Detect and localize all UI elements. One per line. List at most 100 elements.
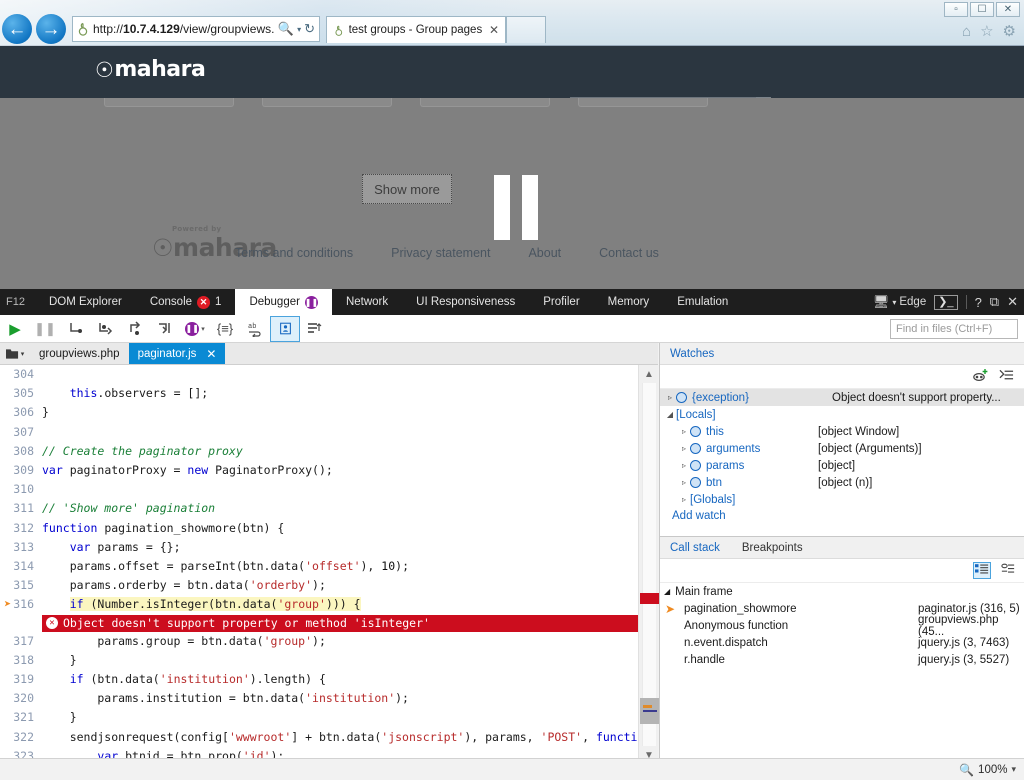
code-line[interactable]: 304	[0, 365, 640, 384]
line-number[interactable]: 319	[0, 670, 42, 689]
tab-profiler[interactable]: Profiler	[529, 289, 593, 315]
settings-gear-icon[interactable]: ⚙	[1003, 22, 1016, 40]
unload-frames-icon[interactable]	[1001, 563, 1015, 578]
callstack-row[interactable]: n.event.dispatch jquery.js (3, 7463)	[660, 634, 1024, 651]
line-number[interactable]: 318	[0, 651, 42, 670]
line-number[interactable]: 322	[0, 728, 42, 747]
code-line[interactable]: 310	[0, 480, 640, 499]
tab-breakpoints[interactable]: Breakpoints	[742, 542, 803, 554]
expand-triangle-icon[interactable]: ◢	[664, 410, 676, 419]
show-more-button[interactable]: Show more	[362, 174, 452, 204]
code-line[interactable]: 306}	[0, 403, 640, 422]
footer-link-contact[interactable]: Contact us	[599, 246, 659, 260]
tab-memory[interactable]: Memory	[594, 289, 664, 315]
file-tab-paginator[interactable]: paginator.js ✕	[128, 343, 226, 364]
line-number[interactable]: 310	[0, 480, 42, 499]
collapse-all-icon[interactable]	[999, 368, 1014, 385]
run-to-cursor-button[interactable]	[150, 316, 180, 342]
maximize-button[interactable]: ☐	[970, 2, 994, 17]
line-number[interactable]: 312	[0, 519, 42, 538]
line-number[interactable]: 309	[0, 461, 42, 480]
footer-link-about[interactable]: About	[528, 246, 561, 260]
new-tab-button[interactable]	[506, 16, 546, 43]
browser-tab[interactable]: test groups - Group pages a... ✕	[326, 16, 506, 43]
watch-row[interactable]: ▹ arguments [object (Arguments)]	[660, 440, 1024, 457]
code-line[interactable]: 314 params.offset = parseInt(btn.data('o…	[0, 557, 640, 576]
code-line[interactable]: 311// 'Show more' pagination	[0, 499, 640, 518]
code-line[interactable]: 307	[0, 423, 640, 442]
file-tab-groupviews[interactable]: groupviews.php	[30, 343, 129, 364]
close-icon[interactable]: ✕	[489, 23, 499, 37]
pretty-print-button[interactable]: {≡}	[210, 316, 240, 342]
target-selector[interactable]: 🖥 ▾ Edge	[873, 294, 926, 310]
line-number[interactable]: 305	[0, 384, 42, 403]
code-line[interactable]: 305 this.observers = [];	[0, 384, 640, 403]
line-number[interactable]: 306	[0, 403, 42, 422]
back-button[interactable]: ←	[2, 14, 32, 44]
tab-emulation[interactable]: Emulation	[663, 289, 742, 315]
code-line[interactable]: 317 params.group = btn.data('group');	[0, 632, 640, 651]
code-editor[interactable]: 304 305 this.observers = []; 306} 307 308// …	[0, 365, 658, 764]
find-in-files-input[interactable]: Find in files (Ctrl+F)	[890, 318, 1018, 339]
watch-row[interactable]: ▹ btn [object (n)]	[660, 474, 1024, 491]
line-number[interactable]: 304	[0, 365, 42, 384]
watch-row[interactable]: ▹ this [object Window]	[660, 423, 1024, 440]
zoom-indicator[interactable]: 🔍 100% ▾	[959, 763, 1016, 777]
break-on-exceptions-button[interactable]: ❚❚ ▾	[180, 316, 210, 342]
watches-add-watch-link[interactable]: Add watch	[660, 510, 1024, 522]
code-line[interactable]: ➤ 316 if (Number.isInteger(btn.data('grou…	[0, 595, 640, 614]
code-line[interactable]: 321 }	[0, 708, 640, 727]
footer-link-terms[interactable]: Terms and conditions	[235, 246, 353, 260]
show-modules-icon[interactable]	[973, 562, 991, 579]
address-bar[interactable]: http://10.7.4.129/view/groupviews.php?gr…	[72, 16, 320, 42]
tab-network[interactable]: Network	[332, 289, 402, 315]
line-number[interactable]: 313	[0, 538, 42, 557]
tab-dom-explorer[interactable]: DOM Explorer	[35, 289, 136, 315]
watch-row[interactable]: ▹ {exception} Object doesn't support prope…	[660, 389, 1024, 406]
expand-triangle-icon[interactable]: ◢	[664, 587, 670, 596]
line-number[interactable]: 311	[0, 499, 42, 518]
code-line[interactable]: 322 sendjsonrequest(config['wwwroot'] + …	[0, 728, 658, 747]
line-number[interactable]: 321	[0, 708, 42, 727]
code-vertical-scrollbar[interactable]: ▲ ▼	[638, 365, 660, 764]
step-out-button[interactable]	[120, 316, 150, 342]
chevron-down-icon[interactable]: ▾	[297, 25, 301, 34]
line-number[interactable]: 307	[0, 423, 42, 442]
code-line[interactable]: 312 function pagination_showmore(btn) {	[0, 519, 640, 538]
line-number[interactable]: 315	[0, 576, 42, 595]
line-number[interactable]: 317	[0, 632, 42, 651]
line-number[interactable]: 308	[0, 442, 42, 461]
close-icon[interactable]: ✕	[206, 347, 216, 361]
dock-button[interactable]: ⧉	[990, 294, 999, 310]
code-line[interactable]: 313 var params = {};	[0, 538, 640, 557]
step-over-button[interactable]	[60, 316, 90, 342]
scroll-up-icon[interactable]: ▲	[639, 365, 659, 383]
line-number[interactable]: 314	[0, 557, 42, 576]
code-line[interactable]: 308// Create the paginator proxy	[0, 442, 640, 461]
tab-console[interactable]: Console ✕ 1	[136, 289, 236, 315]
scrollbar-thumb[interactable]	[640, 698, 660, 724]
expand-triangle-icon[interactable]: ▹	[678, 461, 690, 470]
code-line[interactable]: 318 }	[0, 651, 640, 670]
watch-row[interactable]: ◢ [Locals]	[660, 406, 1024, 423]
tab-call-stack[interactable]: Call stack	[670, 542, 720, 554]
callstack-row[interactable]: r.handle jquery.js (3, 5527)	[660, 651, 1024, 668]
file-picker-button[interactable]: ▾	[0, 343, 30, 364]
favorites-icon[interactable]: ☆	[980, 22, 993, 40]
expand-triangle-icon[interactable]: ▹	[678, 495, 690, 504]
search-dropdown-icon[interactable]: 🔍	[278, 21, 294, 37]
word-wrap-button[interactable]: ab	[240, 316, 270, 342]
home-icon[interactable]: ⌂	[962, 23, 971, 40]
step-into-button[interactable]	[90, 316, 120, 342]
code-line[interactable]: 309 var paginatorProxy = new PaginatorPro…	[0, 461, 640, 480]
expand-triangle-icon[interactable]: ▹	[678, 478, 690, 487]
toggle-console-button[interactable]: ❯_	[934, 294, 958, 310]
scrollbar-track[interactable]	[640, 383, 660, 746]
break-all-button[interactable]: ❚❚	[30, 316, 60, 342]
chevron-down-icon[interactable]: ▾	[1011, 764, 1016, 775]
callstack-row[interactable]: Anonymous function groupviews.php (45...	[660, 614, 1024, 638]
help-button[interactable]: ?	[975, 295, 982, 310]
just-my-code-button[interactable]	[300, 316, 330, 342]
code-line[interactable]: 319 if (btn.data('institution').length) …	[0, 670, 640, 689]
minimize-button[interactable]: ▫	[944, 2, 968, 17]
